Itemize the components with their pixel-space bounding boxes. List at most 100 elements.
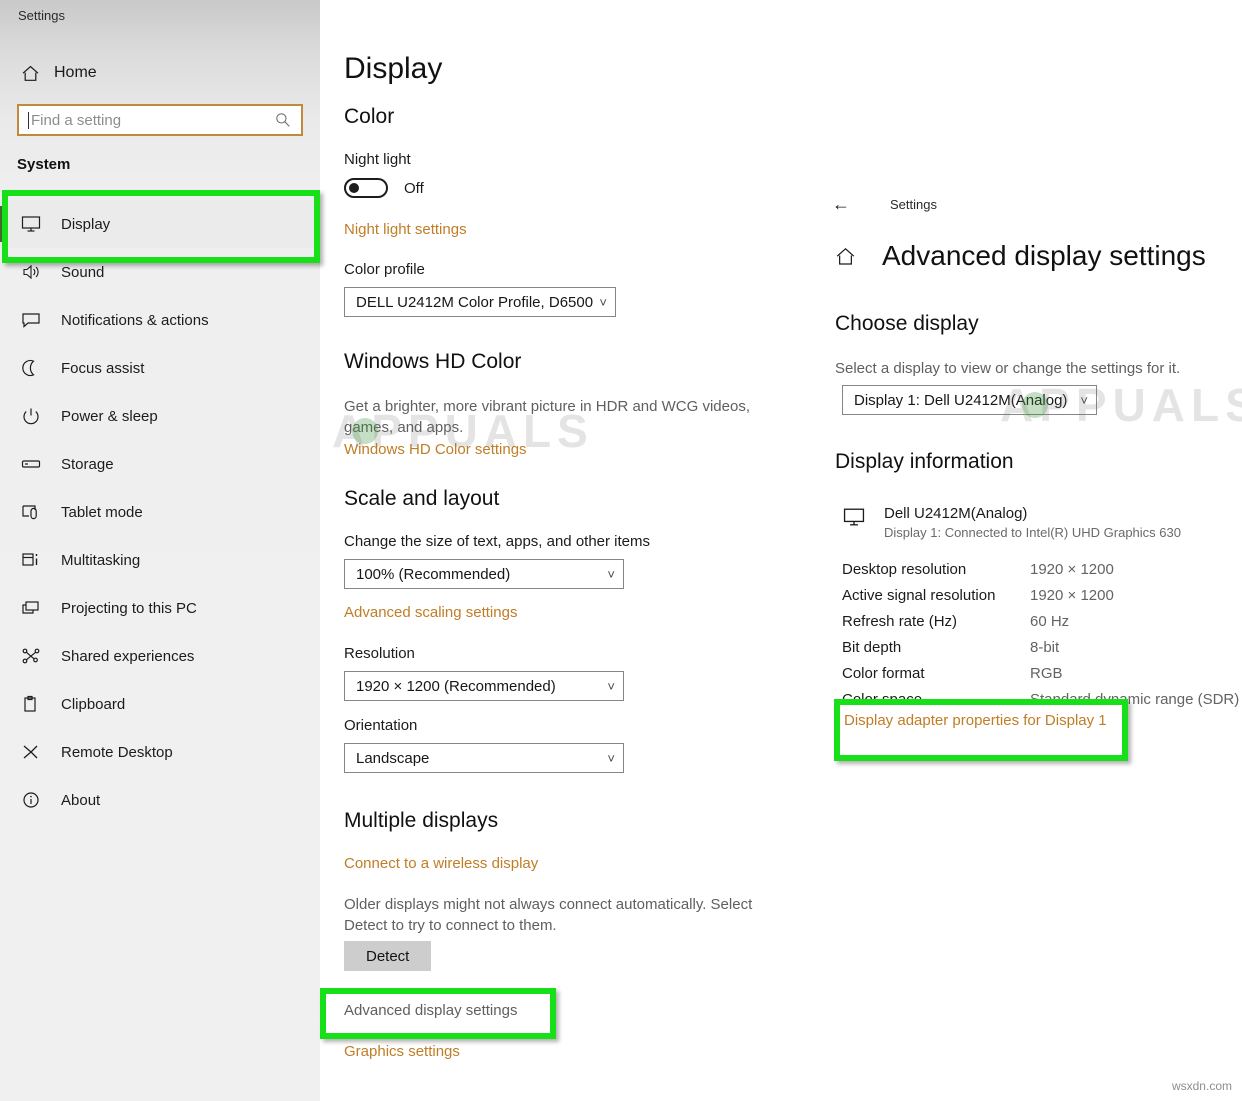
sidebar-item-label: Display [61,215,111,233]
advanced-display-settings-link-overlay[interactable]: Advanced display settings [344,1002,517,1019]
toggle-knob [349,183,359,193]
monitor-connection: Display 1: Connected to Intel(R) UHD Gra… [884,525,1181,540]
sidebar-item-label: Remote Desktop [61,743,173,761]
row-key: Active signal resolution [842,586,996,604]
home-label: Home [54,64,97,81]
monitor-summary: Dell U2412M(Analog) Display 1: Connected… [842,505,1181,540]
chevron-down-icon: ˅ [1080,392,1088,408]
monitor-icon [18,215,44,233]
table-row: Refresh rate (Hz) 60 Hz [842,608,1242,634]
section-heading-choose-display: Choose display [835,312,979,335]
sidebar-item-tablet-mode[interactable]: Tablet mode [0,488,320,536]
row-key: Color space [842,690,923,708]
display-information-table: Desktop resolution 1920 × 1200 Active si… [842,556,1242,712]
color-profile-select[interactable]: DELL U2412M Color Profile, D6500 ˅ [344,287,616,317]
sidebar-item-remote-desktop[interactable]: Remote Desktop [0,728,320,776]
sidebar-item-shared-experiences[interactable]: Shared experiences [0,632,320,680]
chevron-down-icon: ˅ [607,750,615,766]
sidebar-item-label: About [61,791,101,809]
advanced-scaling-link[interactable]: Advanced scaling settings [344,604,517,621]
back-arrow-icon[interactable]: ← [832,194,858,215]
sidebar-item-sound[interactable]: Sound [0,248,320,296]
table-row: Bit depth 8-bit [842,634,1242,660]
sidebar-item-label: Projecting to this PC [61,599,197,617]
sidebar-item-multitasking[interactable]: Multitasking [0,536,320,584]
row-value: RGB [1030,664,1063,682]
choose-display-value: Display 1: Dell U2412M(Analog) [854,391,1068,409]
panel-title: Advanced display settings [882,240,1206,271]
chevron-down-icon: ˅ [607,566,615,582]
search-input[interactable]: Find a setting [17,104,303,136]
sidebar-item-projecting[interactable]: Projecting to this PC [0,584,320,632]
color-profile-label: Color profile [344,261,425,278]
sidebar-item-notifications[interactable]: Notifications & actions [0,296,320,344]
sidebar-item-about[interactable]: About [0,776,320,824]
advanced-display-settings-panel: ← Settings Advanced display settings Cho… [820,0,1242,1101]
share-nodes-icon [18,647,44,665]
table-row: Active signal resolution 1920 × 1200 [842,582,1242,608]
sidebar-item-power-sleep[interactable]: Power & sleep [0,392,320,440]
resolution-select[interactable]: 1920 × 1200 (Recommended) ˅ [344,671,624,701]
multiple-displays-description: Older displays might not always connect … [344,896,753,934]
home-icon[interactable] [835,246,856,267]
settings-sidebar: Settings Home Find a setting System Disp… [0,0,320,1101]
scale-label: Change the size of text, apps, and other… [344,533,651,550]
sidebar-group-system: System [17,156,71,173]
sidebar-nav: Display Sound Notifications & actions Fo… [0,200,320,824]
orientation-select[interactable]: Landscape ˅ [344,743,624,773]
night-light-settings-link[interactable]: Night light settings [344,221,467,238]
graphics-settings-link[interactable]: Graphics settings [344,1043,460,1060]
row-value: 1920 × 1200 [1030,560,1114,578]
display-adapter-properties-link-overlay[interactable]: Display adapter properties for Display 1 [844,712,1107,729]
hd-color-settings-link[interactable]: Windows HD Color settings [344,441,527,458]
night-light-state: Off [404,179,424,197]
row-key: Desktop resolution [842,560,967,578]
sidebar-item-display[interactable]: Display [0,200,320,248]
detect-button[interactable]: Detect [344,941,432,971]
speaker-icon [18,263,44,281]
chat-bubble-icon [18,311,44,329]
chevron-down-icon: ˅ [607,678,615,694]
night-light-toggle-row[interactable]: Off [344,178,424,198]
sidebar-item-home[interactable]: Home [0,56,320,90]
sidebar-item-storage[interactable]: Storage [0,440,320,488]
monitor-icon [842,507,866,527]
night-light-toggle[interactable] [344,178,388,198]
table-row: Color format RGB [842,660,1242,686]
sidebar-item-label: Clipboard [61,695,126,713]
search-icon[interactable] [275,112,291,128]
window-title: Settings [18,8,65,23]
orientation-value: Landscape [356,749,430,767]
scale-value: 100% (Recommended) [356,565,511,583]
monitor-name: Dell U2412M(Analog) [884,505,1028,522]
sidebar-item-focus-assist[interactable]: Focus assist [0,344,320,392]
color-profile-value: DELL U2412M Color Profile, D6500 [356,293,594,311]
back-label: Settings [890,197,937,212]
sidebar-item-label: Tablet mode [61,503,143,521]
section-heading-hd-color: Windows HD Color [344,350,522,373]
sidebar-item-label: Shared experiences [61,647,195,665]
text-caret [28,111,29,129]
panel-title-row: Advanced display settings [835,240,1206,272]
chevron-down-icon: ˅ [599,294,607,310]
info-icon [18,791,44,809]
search-placeholder: Find a setting [31,111,122,129]
remote-desktop-icon [18,743,44,761]
section-heading-scale-layout: Scale and layout [344,487,500,510]
multitask-icon [18,551,44,569]
sidebar-item-label: Power & sleep [61,407,158,425]
orientation-label: Orientation [344,717,418,734]
choose-display-select[interactable]: Display 1: Dell U2412M(Analog) ˅ [842,385,1097,415]
wireless-display-link[interactable]: Connect to a wireless display [344,855,538,872]
choose-display-description: Select a display to view or change the s… [835,360,1181,377]
row-key: Refresh rate (Hz) [842,612,958,630]
row-key: Color format [842,664,925,682]
hd-color-description: Get a brighter, more vibrant picture in … [344,398,750,436]
section-heading-color: Color [344,105,395,128]
scale-select[interactable]: 100% (Recommended) ˅ [344,559,624,589]
sidebar-item-label: Sound [61,263,105,281]
back-navigation[interactable]: ← Settings [832,194,937,215]
sidebar-item-label: Multitasking [61,551,141,569]
sidebar-item-clipboard[interactable]: Clipboard [0,680,320,728]
section-heading-multiple-displays: Multiple displays [344,809,499,832]
